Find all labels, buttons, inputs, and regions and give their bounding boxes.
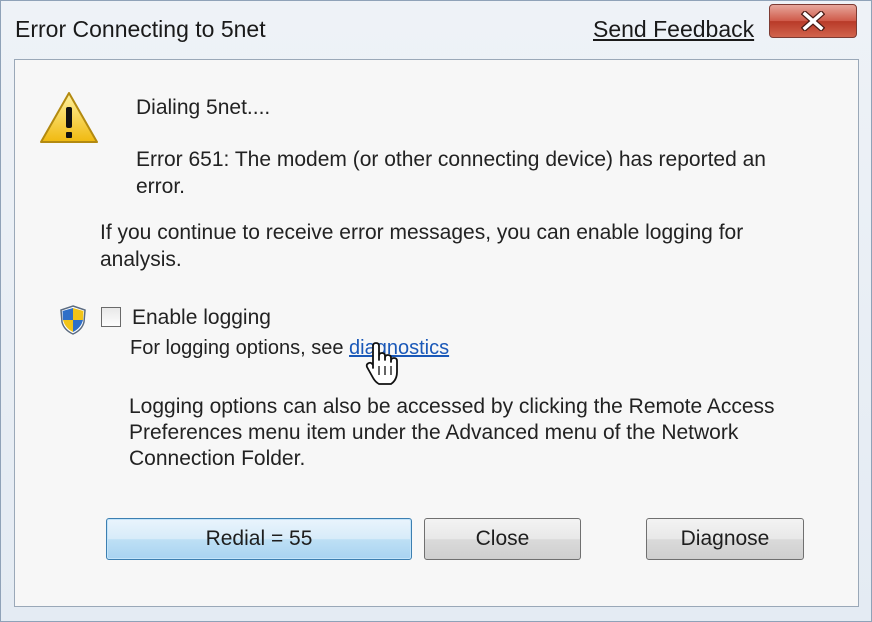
error-text-line2: error. [136,175,186,198]
content-panel: Dialing 5net.... Error 651: The modem (o… [14,59,859,607]
dialing-text: Dialing 5net.... [136,96,271,119]
info-text-line1: Logging options can also be accessed by … [129,395,775,418]
window-title: Error Connecting to 5net [15,16,266,42]
error-text-line1: Error 651: The modem (or other connectin… [136,148,766,171]
close-button[interactable]: Close [424,518,581,560]
close-window-button[interactable] [769,4,857,38]
hand-pointer-icon [365,342,398,385]
advice-text-line1: If you continue to receive error message… [100,221,744,244]
title-bar[interactable]: Error Connecting to 5net Send Feedback [1,1,871,57]
enable-logging-label[interactable]: Enable logging [132,304,271,331]
info-text-line2: Preferences menu item under the Advanced… [129,421,739,444]
send-feedback-link[interactable]: Send Feedback [593,16,754,43]
advice-text-line2: analysis. [100,248,182,271]
logging-options-text: For logging options, see diagnostics [130,335,449,362]
close-x-icon [801,11,825,31]
warning-triangle-icon [40,92,98,143]
logging-options-prefix: For logging options, see [130,337,350,359]
uac-shield-icon [60,305,86,335]
redial-button[interactable]: Redial = 55 [106,518,412,560]
info-text-line3: Connection Folder. [129,447,306,470]
diagnose-button[interactable]: Diagnose [646,518,804,560]
enable-logging-checkbox[interactable] [101,307,121,327]
dialog-window: Error Connecting to 5net Send Feedback D… [0,0,872,622]
